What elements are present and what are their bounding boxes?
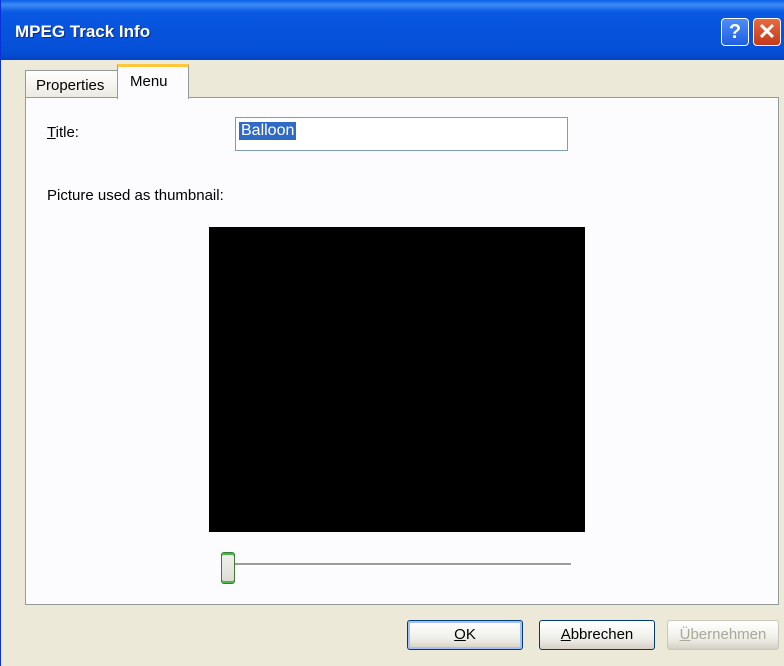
title-label-text: itle: [55, 124, 79, 141]
apply-label: bernehmen [690, 626, 767, 643]
title-bar[interactable]: MPEG Track Info ? ✕ [1, 0, 784, 60]
help-icon: ? [728, 21, 742, 43]
apply-mnemonic: Ü [679, 626, 691, 643]
window-title: MPEG Track Info [15, 22, 151, 41]
title-input[interactable]: Balloon [235, 117, 568, 151]
title-label: Title: [47, 124, 79, 141]
dialog-window: MPEG Track Info ? ✕ Properties Menu Titl… [0, 0, 784, 666]
apply-button[interactable]: Übernehmen [667, 620, 779, 650]
tab-menu[interactable]: Menu [117, 64, 189, 99]
ok-mnemonic: O [454, 626, 466, 643]
title-label-mnemonic: T [47, 124, 56, 141]
thumbnail-preview [209, 227, 585, 532]
cancel-label: bbrechen [570, 626, 634, 643]
close-icon: ✕ [757, 19, 777, 44]
tab-menu-label: Menu [130, 73, 168, 90]
cancel-mnemonic: A [560, 626, 571, 643]
thumbnail-label: Picture used as thumbnail: [47, 187, 224, 204]
thumbnail-slider-handle[interactable] [221, 552, 235, 584]
tab-properties[interactable]: Properties [25, 70, 119, 98]
close-button[interactable]: ✕ [753, 18, 781, 46]
ok-label: K [465, 626, 476, 643]
tab-properties-label: Properties [36, 77, 105, 94]
ok-button[interactable]: OK [407, 620, 523, 650]
title-input-value: Balloon [239, 122, 297, 140]
help-button[interactable]: ? [721, 18, 749, 46]
cancel-button[interactable]: Abbrechen [539, 620, 655, 650]
thumbnail-slider-track[interactable] [233, 563, 571, 566]
